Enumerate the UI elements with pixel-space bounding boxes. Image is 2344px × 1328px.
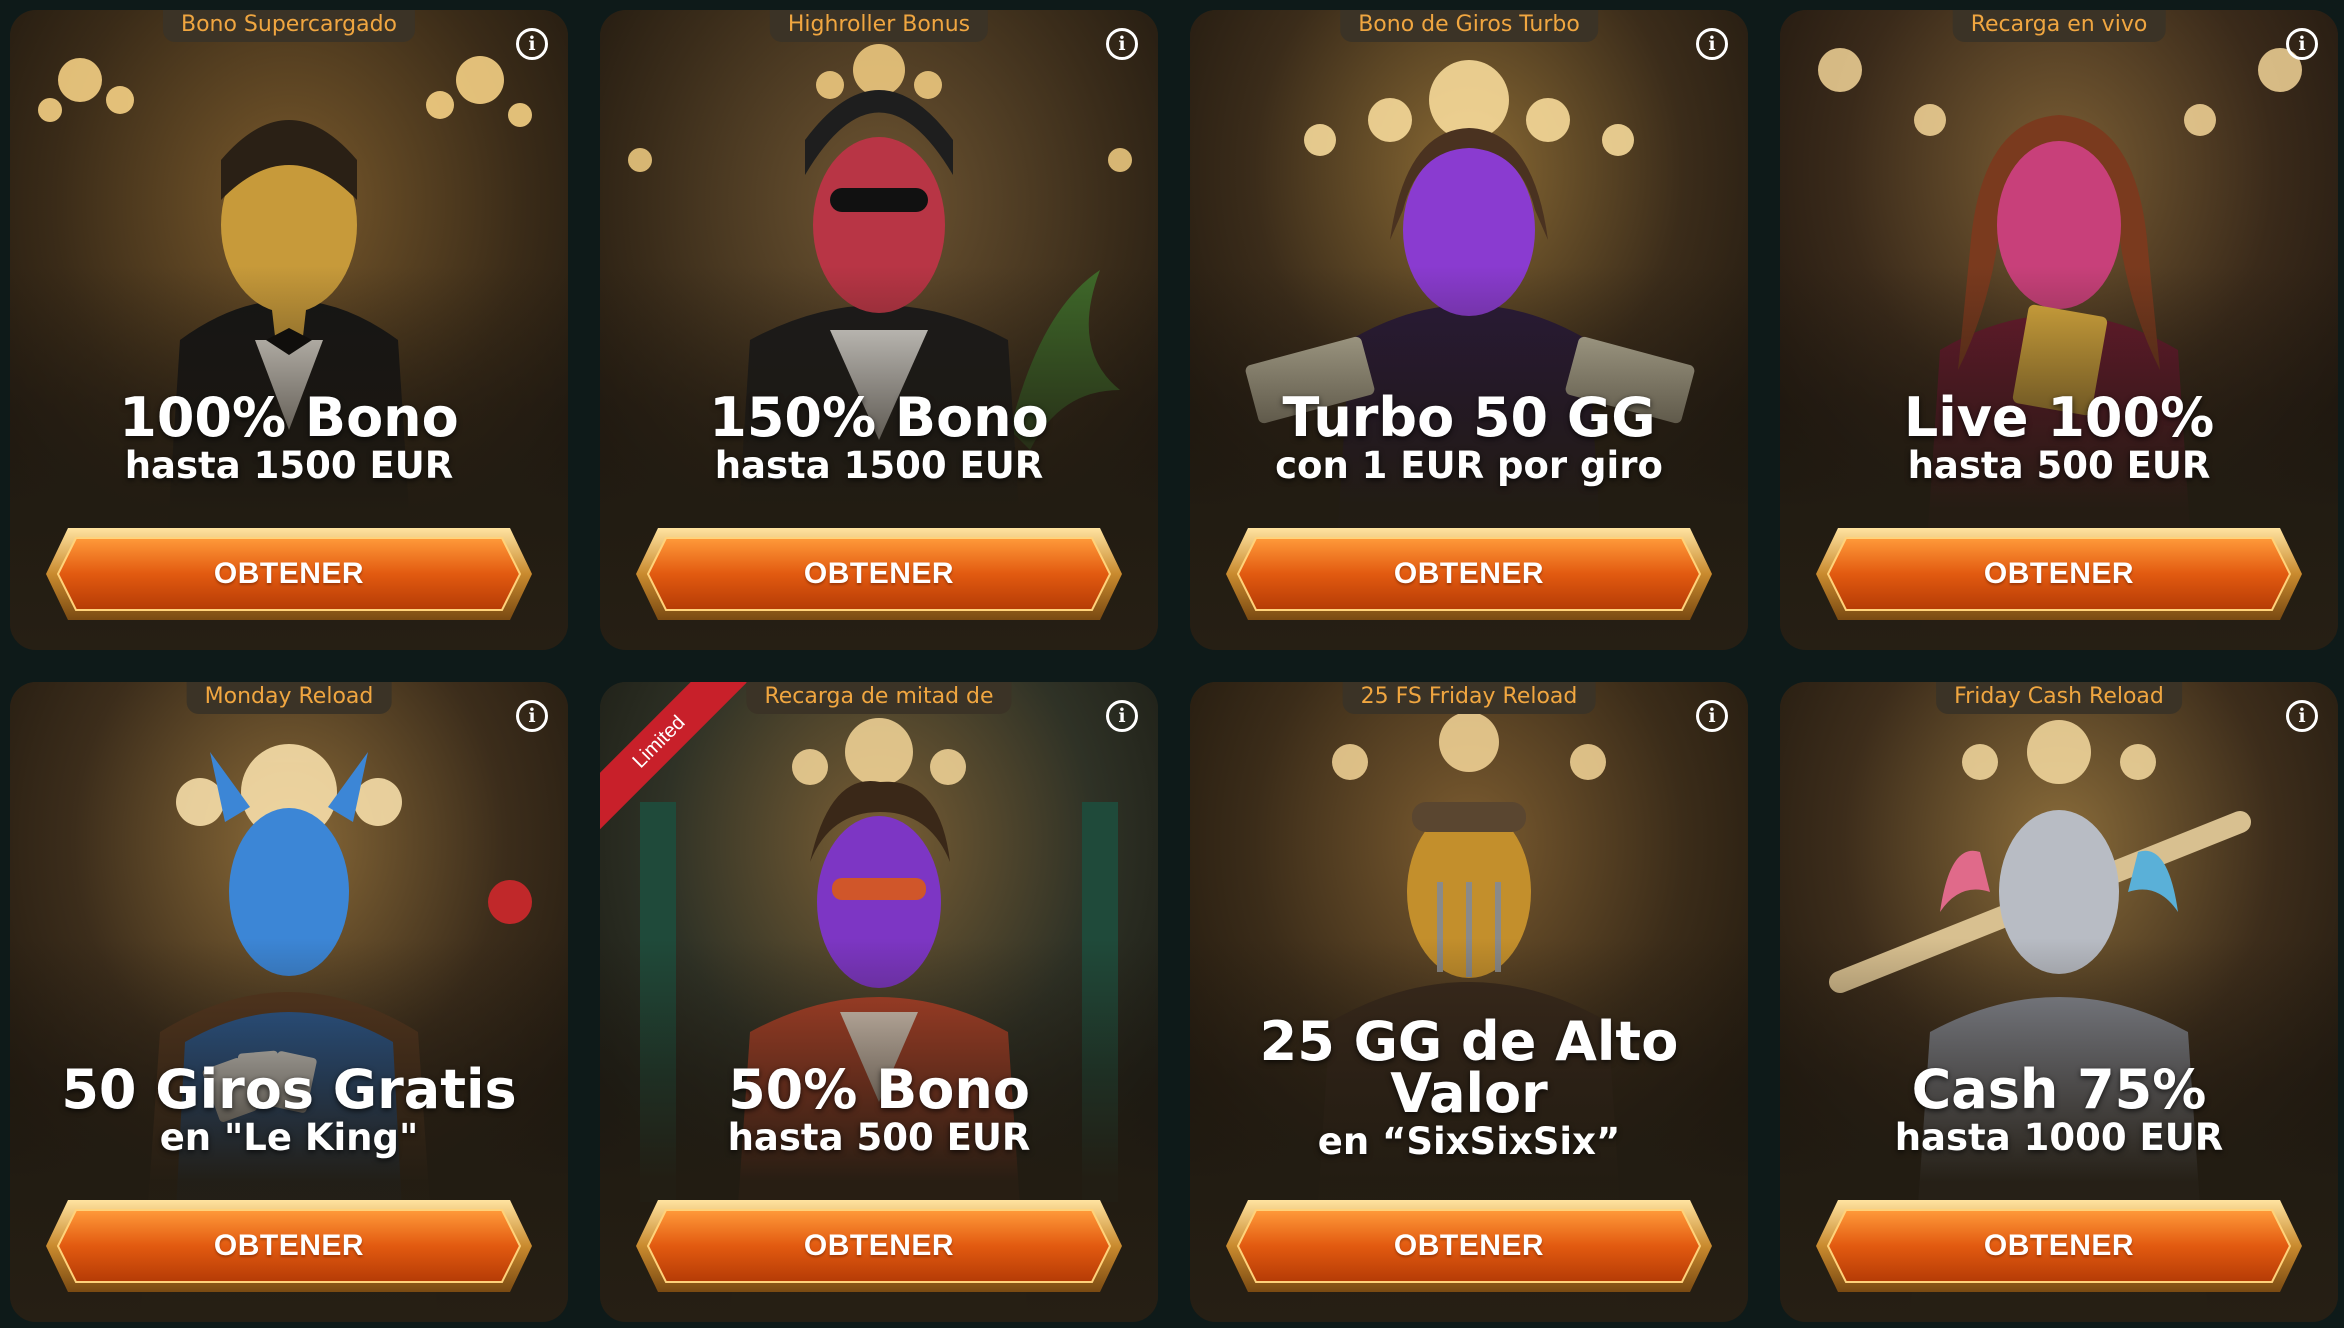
- offer-title: 25 GG de Alto Valor: [1259, 1010, 1679, 1125]
- button-label: OBTENER: [213, 1229, 365, 1262]
- bonus-tag: Highroller Bonus: [769, 10, 989, 42]
- offer-subtitle: hasta 1500 EUR: [714, 444, 1044, 487]
- promo-card[interactable]: Recarga en vivo i Live 100% hasta 500 EU…: [1780, 10, 2338, 650]
- obtener-button[interactable]: OBTENER: [1224, 526, 1714, 622]
- bonus-tag: 25 FS Friday Reload: [1342, 682, 1596, 714]
- obtener-button[interactable]: OBTENER: [1814, 1198, 2304, 1294]
- offer-title: Live 100%: [1903, 386, 2215, 449]
- offer-title: Turbo 50 GG: [1282, 386, 1656, 449]
- offer-title: 150% Bono: [709, 386, 1049, 449]
- promo-card[interactable]: Bono de Giros Turbo i Turbo 50 GG con 1 …: [1190, 10, 1748, 650]
- limited-ribbon: Limited: [600, 682, 750, 832]
- obtener-button[interactable]: OBTENER: [634, 1198, 1124, 1294]
- offer-subtitle: hasta 500 EUR: [1907, 444, 2211, 487]
- promo-card[interactable]: Friday Cash Reload i Cash 75% hasta 1000…: [1780, 682, 2338, 1322]
- offer-text: Turbo 50 GG con 1 EUR por giro: [1190, 386, 1748, 488]
- bonus-tag: Monday Reload: [186, 682, 392, 714]
- offer-subtitle: hasta 1000 EUR: [1894, 1116, 2224, 1159]
- offer-text: 50% Bono hasta 500 EUR: [600, 1058, 1158, 1160]
- obtener-button[interactable]: OBTENER: [1814, 526, 2304, 622]
- info-icon[interactable]: i: [1696, 700, 1728, 732]
- offer-subtitle: hasta 1500 EUR: [124, 444, 454, 487]
- info-icon[interactable]: i: [1106, 28, 1138, 60]
- promo-card[interactable]: 25 FS Friday Reload i 25 GG de Alto Valo…: [1190, 682, 1748, 1322]
- offer-text: 150% Bono hasta 1500 EUR: [600, 386, 1158, 488]
- offer-text: Cash 75% hasta 1000 EUR: [1780, 1058, 2338, 1160]
- obtener-button[interactable]: OBTENER: [44, 526, 534, 622]
- button-label: OBTENER: [803, 557, 955, 590]
- offer-text: Live 100% hasta 500 EUR: [1780, 386, 2338, 488]
- bonus-tag: Bono Supercargado: [162, 10, 416, 42]
- offer-subtitle: en “SixSixSix”: [1317, 1120, 1621, 1163]
- button-label: OBTENER: [1983, 1229, 2135, 1262]
- info-icon[interactable]: i: [2286, 700, 2318, 732]
- button-label: OBTENER: [803, 1229, 955, 1262]
- ribbon-label: Limited: [600, 682, 748, 831]
- info-icon[interactable]: i: [516, 28, 548, 60]
- offer-title: 100% Bono: [119, 386, 459, 449]
- obtener-button[interactable]: OBTENER: [634, 526, 1124, 622]
- promotions-grid: Bono Supercargado i 100% Bono hasta 1500…: [0, 0, 2344, 1328]
- button-label: OBTENER: [1983, 557, 2135, 590]
- button-label: OBTENER: [213, 557, 365, 590]
- info-icon[interactable]: i: [2286, 28, 2318, 60]
- info-icon[interactable]: i: [1696, 28, 1728, 60]
- button-label: OBTENER: [1393, 557, 1545, 590]
- button-label: OBTENER: [1393, 1229, 1545, 1262]
- bonus-tag: Bono de Giros Turbo: [1340, 10, 1598, 42]
- promo-card[interactable]: Limited Recarga de mitad de i 50% Bono h…: [600, 682, 1158, 1322]
- promo-card[interactable]: Monday Reload i 50 Giros Gratis en "Le K…: [10, 682, 568, 1322]
- obtener-button[interactable]: OBTENER: [1224, 1198, 1714, 1294]
- offer-subtitle: con 1 EUR por giro: [1275, 444, 1663, 487]
- offer-title: 50% Bono: [728, 1058, 1030, 1121]
- promo-card[interactable]: Bono Supercargado i 100% Bono hasta 1500…: [10, 10, 568, 650]
- offer-text: 25 GG de Alto Valor en “SixSixSix”: [1190, 1010, 1748, 1164]
- offer-title: Cash 75%: [1911, 1058, 2207, 1121]
- offer-subtitle: en "Le King": [159, 1116, 419, 1159]
- info-icon[interactable]: i: [516, 700, 548, 732]
- promo-card[interactable]: Highroller Bonus i 150% Bono hasta 1500 …: [600, 10, 1158, 650]
- info-icon[interactable]: i: [1106, 700, 1138, 732]
- offer-title: 50 Giros Gratis: [61, 1058, 517, 1121]
- offer-text: 100% Bono hasta 1500 EUR: [10, 386, 568, 488]
- bonus-tag: Recarga de mitad de: [746, 682, 1012, 714]
- bonus-tag: Friday Cash Reload: [1936, 682, 2182, 714]
- obtener-button[interactable]: OBTENER: [44, 1198, 534, 1294]
- bonus-tag: Recarga en vivo: [1952, 10, 2166, 42]
- offer-subtitle: hasta 500 EUR: [727, 1116, 1031, 1159]
- offer-text: 50 Giros Gratis en "Le King": [10, 1058, 568, 1160]
